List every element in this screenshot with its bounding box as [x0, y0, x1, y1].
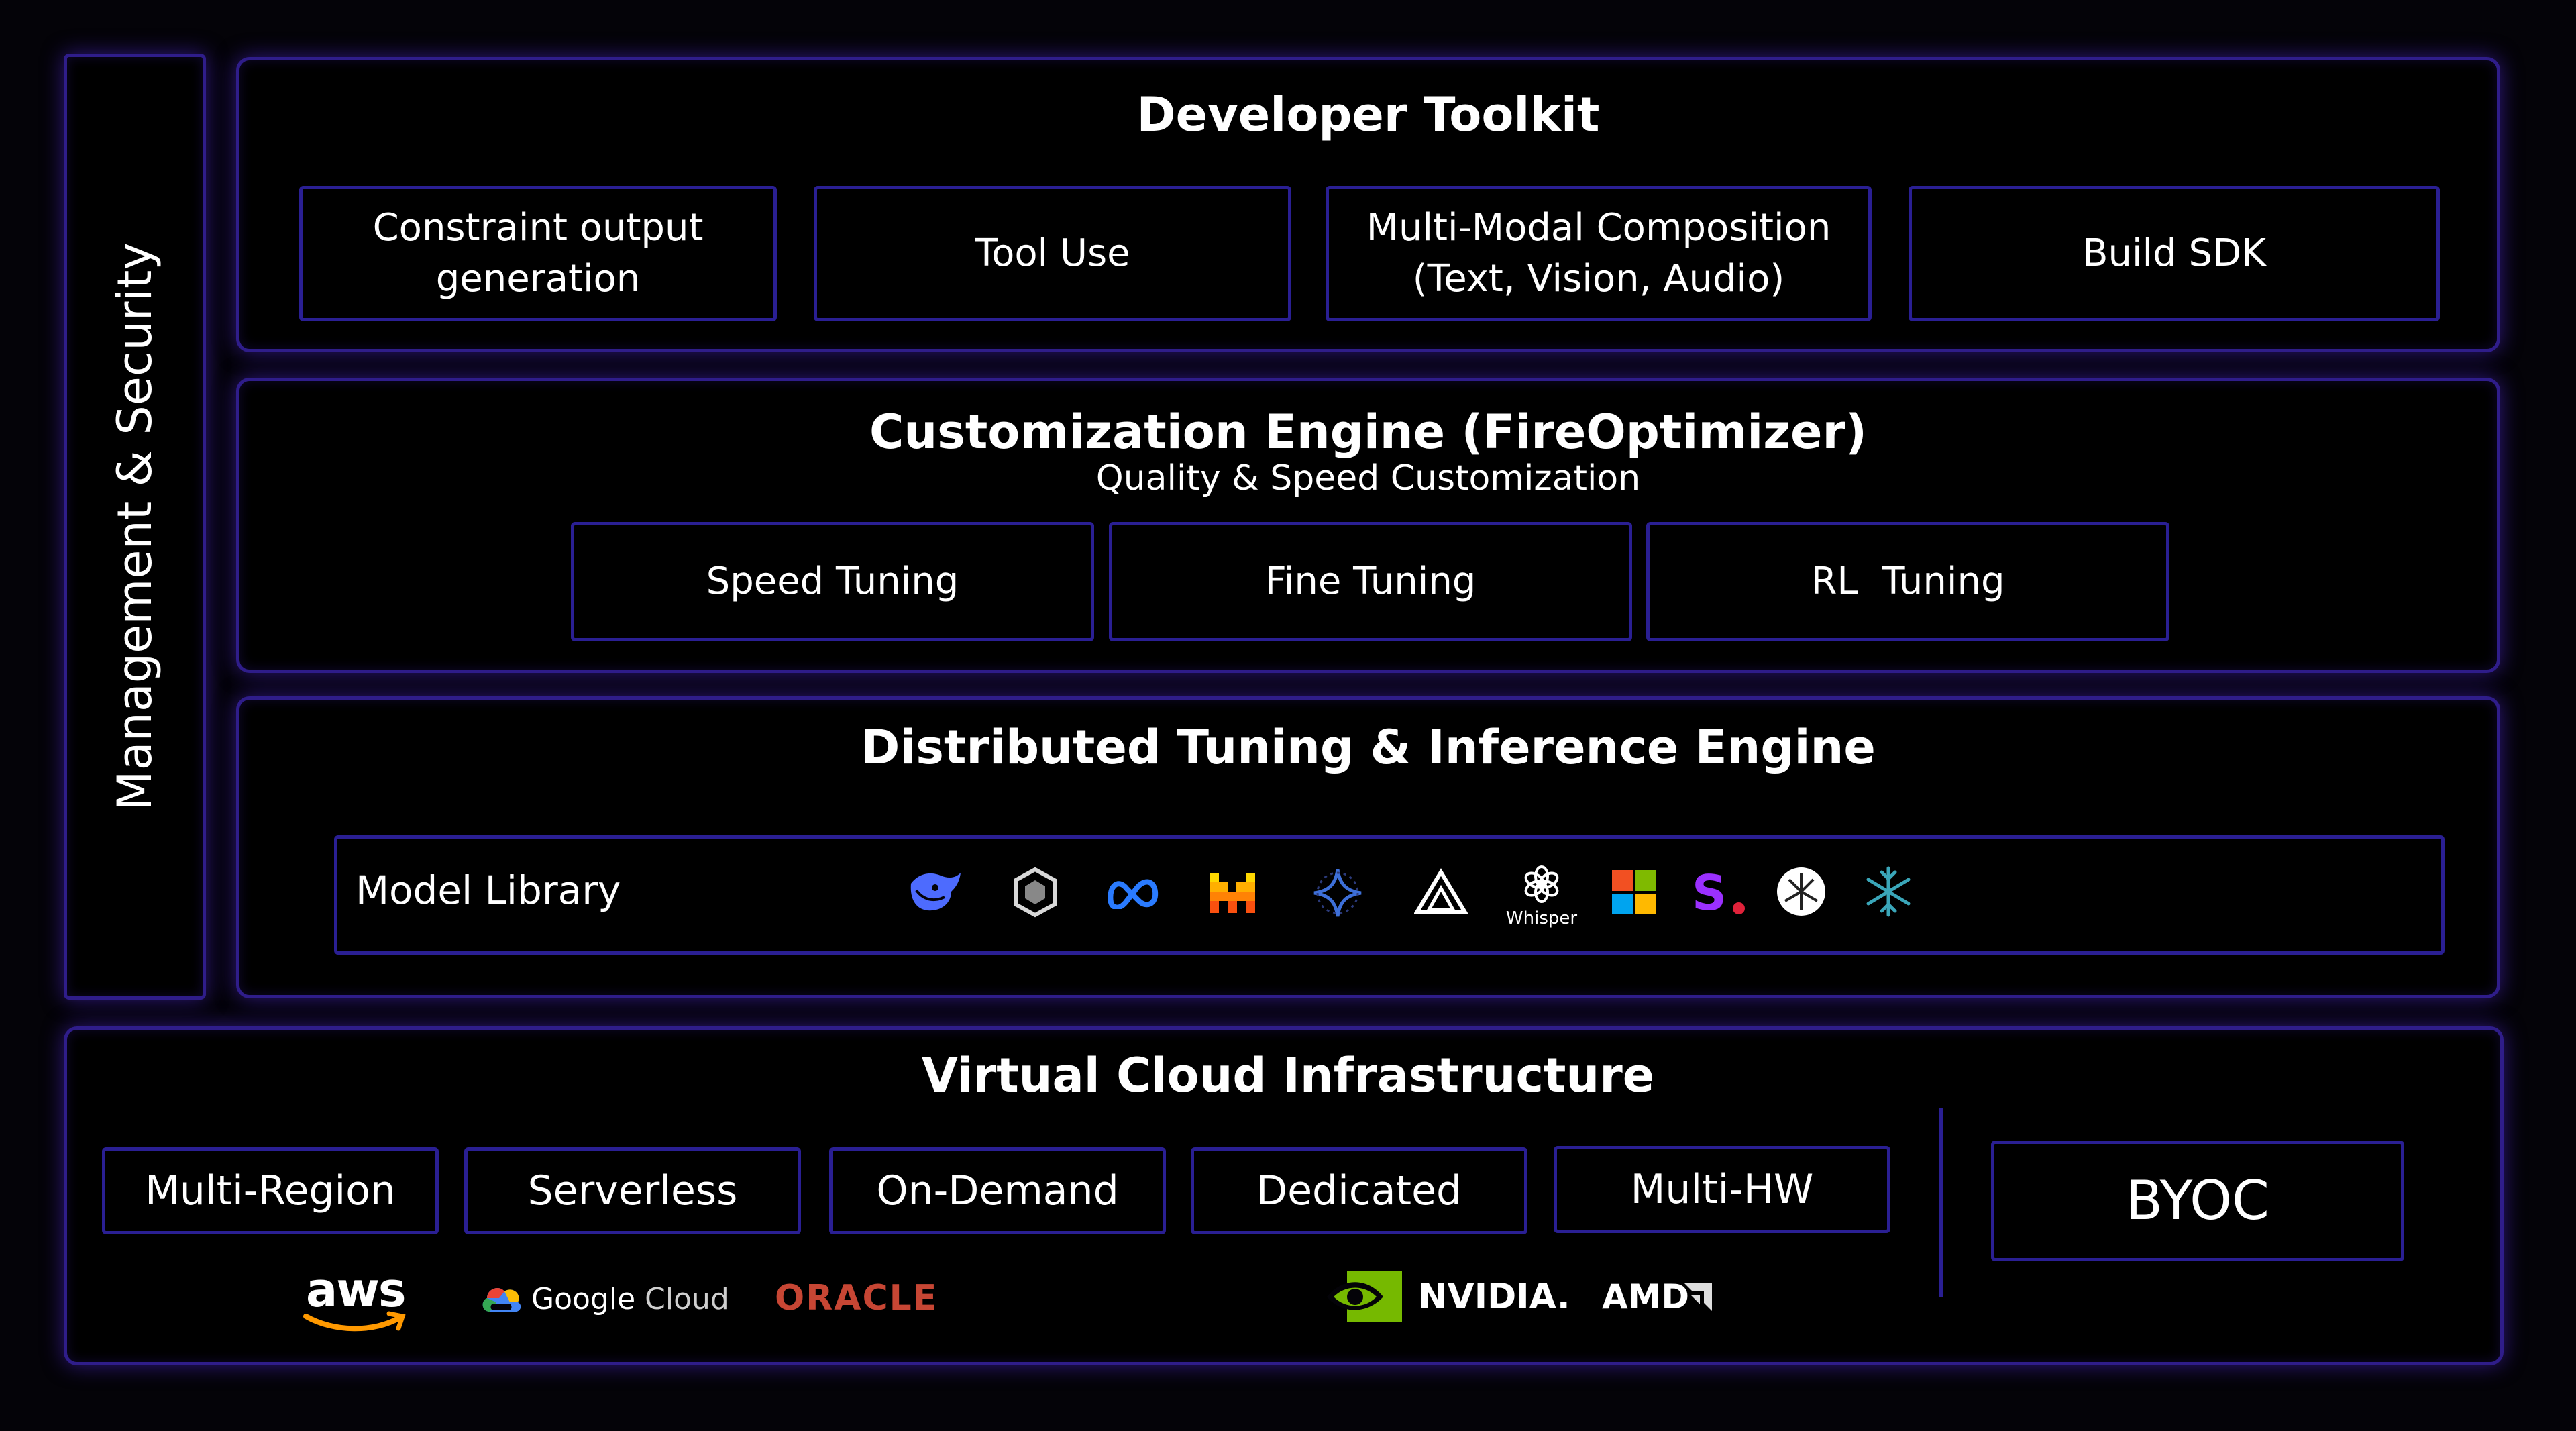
build-sdk-label: Build SDK: [2082, 231, 2266, 276]
tool-use-label: Tool Use: [975, 231, 1130, 276]
byoc-box: BYOC: [1991, 1141, 2404, 1261]
microsoft-icon: [1612, 870, 1656, 914]
management-security-panel: Management & Security: [64, 54, 206, 1000]
distributed-engine-panel: Distributed Tuning & Inference Engine: [236, 696, 2500, 998]
fine-tuning-box: Fine Tuning: [1109, 522, 1632, 641]
nvidia-text: NVIDIA.: [1418, 1277, 1570, 1317]
constraint-output-line2: generation: [435, 257, 641, 301]
google-cloud-logo: Google Cloud: [479, 1278, 729, 1325]
model-library-box: [334, 835, 2445, 955]
developer-toolkit-title: Developer Toolkit: [1136, 87, 1600, 142]
virtual-cloud-title-text: Virtual Cloud Infrastructure: [921, 1048, 1655, 1103]
whisper-caption: Whisper: [1505, 908, 1578, 929]
multi-region-box: Multi-Region: [102, 1147, 439, 1234]
amd-logo: AMD: [1602, 1275, 1723, 1322]
meta-icon: [1108, 879, 1159, 909]
deepseek-whale-icon: [910, 873, 961, 911]
distributed-engine-title: Distributed Tuning & Inference Engine: [861, 720, 1876, 775]
multi-region-label: Multi-Region: [145, 1167, 396, 1214]
multi-modal-line2: (Text, Vision, Audio): [1412, 257, 1785, 301]
oracle-logo: ORACLE: [775, 1278, 938, 1318]
management-security-label: Management & Security: [107, 242, 162, 811]
multi-hw-box: Multi-HW: [1554, 1146, 1890, 1233]
nvidia-eye-icon: [1327, 1271, 1402, 1322]
gemma-icon: [1313, 869, 1362, 917]
cloud-text: Cloud: [645, 1282, 729, 1316]
constraint-output-box: Constraint output generation: [299, 186, 777, 321]
multi-modal-box: Multi-Modal Composition (Text, Vision, A…: [1326, 186, 1872, 321]
model-library-label: Model Library: [356, 867, 621, 913]
rl-tuning-label: RL Tuning: [1811, 560, 2005, 604]
virtual-cloud-title-positioned: Virtual Cloud Infrastructure: [872, 1048, 1704, 1103]
customization-engine-subtitle: Quality & Speed Customization: [1095, 458, 1641, 498]
nvidia-logo: NVIDIA.: [1327, 1271, 1570, 1325]
customization-engine-title: Customization Engine (FireOptimizer): [869, 405, 1868, 460]
amd-arrow-icon: [1684, 1283, 1712, 1311]
serverless-box: Serverless: [464, 1147, 801, 1234]
rl-tuning-box: RL Tuning: [1646, 522, 2169, 641]
byoc-label: BYOC: [2126, 1169, 2269, 1232]
fine-tuning-label: Fine Tuning: [1265, 560, 1477, 604]
on-demand-box: On-Demand: [829, 1147, 1166, 1234]
amd-text: AMD: [1602, 1277, 1689, 1316]
customization-engine-panel: Customization Engine (FireOptimizer) Qua…: [236, 378, 2500, 673]
multi-modal-line1: Multi-Modal Composition: [1366, 206, 1831, 250]
serverless-label: Serverless: [527, 1167, 738, 1214]
whisper-icon: [1524, 865, 1559, 903]
on-demand-label: On-Demand: [876, 1167, 1119, 1214]
stability-icon: S: [1692, 868, 1745, 916]
developer-toolkit-panel: Developer Toolkit Constraint output gene…: [236, 57, 2500, 352]
infra-divider: [1939, 1108, 1943, 1297]
build-sdk-box: Build SDK: [1909, 186, 2440, 321]
dedicated-box: Dedicated: [1191, 1147, 1527, 1234]
nous-icon: [1414, 868, 1468, 914]
svg-text:S: S: [1692, 868, 1727, 916]
speed-tuning-label: Speed Tuning: [706, 560, 959, 604]
google-text: Google: [531, 1282, 636, 1316]
dedicated-label: Dedicated: [1256, 1167, 1462, 1214]
qwen-icon: [1014, 867, 1057, 918]
multi-hw-label: Multi-HW: [1630, 1165, 1814, 1213]
openai-style-icon: [1777, 867, 1825, 916]
aws-logo: aws: [301, 1263, 408, 1343]
tool-use-box: Tool Use: [814, 186, 1291, 321]
snowflake-icon: [1866, 866, 1911, 917]
speed-tuning-box: Speed Tuning: [571, 522, 1094, 641]
constraint-output-line1: Constraint output: [372, 206, 704, 250]
mistral-icon: [1210, 873, 1255, 913]
google-cloud-icon: [482, 1288, 521, 1312]
